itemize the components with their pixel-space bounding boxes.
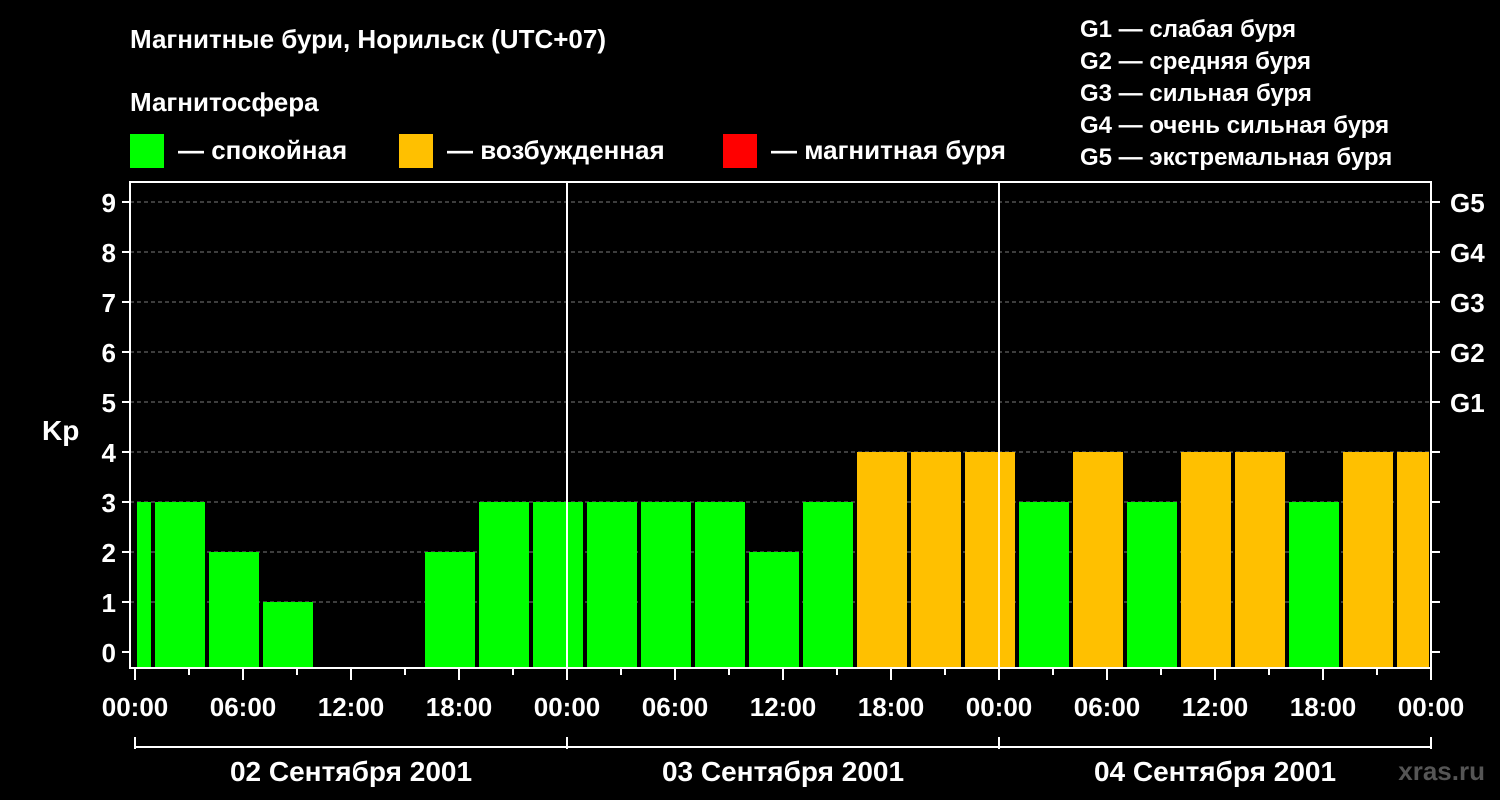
kp-bar-1 — [155, 502, 205, 668]
x-tick-label-2: 12:00 — [318, 692, 385, 722]
x-tick-label-4: 00:00 — [534, 692, 601, 722]
y-tick-label-7: 7 — [102, 288, 116, 318]
y-tick-label-2: 2 — [102, 538, 116, 568]
y-tick-label-4: 4 — [102, 438, 117, 468]
kp-bar-3 — [263, 602, 313, 668]
kp-bar-17 — [1127, 502, 1177, 668]
x-tick-label-1: 06:00 — [210, 692, 277, 722]
kp-bar-21 — [1343, 452, 1393, 668]
kp-bar-chart: 0 1 2 3 4 5 6 7 8 9 G1 G2 G3 G4 G5 Kp 00:00 06:00 12:00 18:… — [42, 181, 1485, 787]
y-axis-label: Kp — [42, 415, 79, 446]
x-tick-label-5: 06:00 — [642, 692, 709, 722]
kp-bar-18 — [1181, 452, 1231, 668]
y-tick-label-6: 6 — [102, 338, 116, 368]
kp-bar-15 — [1019, 502, 1069, 668]
kp-bar-16 — [1073, 452, 1123, 668]
kp-bar-5 — [479, 502, 529, 668]
g-tick-label-4: G4 — [1450, 238, 1485, 268]
kp-bar-8 — [641, 502, 691, 668]
kp-bar-10 — [749, 552, 799, 668]
x-tick-label-10: 12:00 — [1182, 692, 1249, 722]
y-tick-label-8: 8 — [102, 238, 116, 268]
kp-bar-6 — [533, 502, 583, 668]
y-tick-label-3: 3 — [102, 488, 116, 518]
x-tick-label-7: 18:00 — [858, 692, 925, 722]
y-tick-label-1: 1 — [102, 588, 116, 618]
kp-bar-14 — [965, 452, 1015, 668]
x-tick-label-6: 12:00 — [750, 692, 817, 722]
kp-bar-22 — [1397, 452, 1429, 668]
kp-bar-20 — [1289, 502, 1339, 668]
y-tick-label-0: 0 — [102, 638, 116, 668]
kp-bar-13 — [911, 452, 961, 668]
kp-bar-9 — [695, 502, 745, 668]
x-tick-label-8: 00:00 — [966, 692, 1033, 722]
x-tick-label-12: 00:00 — [1398, 692, 1465, 722]
kp-bar-4 — [425, 552, 475, 668]
x-tick-label-0: 00:00 — [102, 692, 169, 722]
day-label-1: 03 Сентября 2001 — [662, 756, 904, 787]
kp-bar-2 — [209, 552, 259, 668]
x-tick-label-9: 06:00 — [1074, 692, 1141, 722]
x-tick-label-11: 18:00 — [1290, 692, 1357, 722]
day-label-0: 02 Сентября 2001 — [230, 756, 472, 787]
kp-bar-19 — [1235, 452, 1285, 668]
kp-bar-11 — [803, 502, 853, 668]
x-tick-label-3: 18:00 — [426, 692, 493, 722]
y-tick-label-9: 9 — [102, 188, 116, 218]
g-tick-label-3: G3 — [1450, 288, 1485, 318]
y-tick-label-5: 5 — [102, 388, 116, 418]
g-tick-label-1: G1 — [1450, 388, 1485, 418]
kp-bar-0 — [137, 502, 151, 668]
kp-bar-7 — [587, 502, 637, 668]
day-label-2: 04 Сентября 2001 — [1094, 756, 1336, 787]
kp-bar-12 — [857, 452, 907, 668]
g-tick-label-5: G5 — [1450, 188, 1485, 218]
g-tick-label-2: G2 — [1450, 338, 1485, 368]
